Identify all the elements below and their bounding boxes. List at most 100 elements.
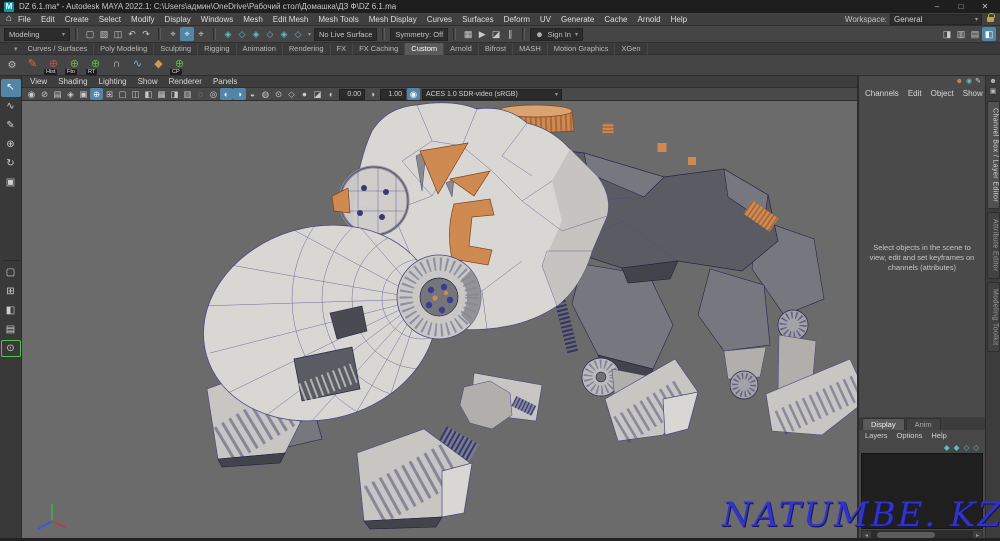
exposure-field[interactable]: 0.00 [339,88,365,100]
menu-item[interactable]: Select [99,15,121,24]
live-surface-field[interactable]: No Live Surface [314,27,378,41]
lasso-tool[interactable]: ∿ [1,98,21,116]
menu-item[interactable]: Help [671,15,687,24]
shelf-tab[interactable]: Rendering [283,42,331,55]
textured-mode-icon[interactable]: ◪ [311,88,324,100]
menu-item[interactable]: File [18,15,31,24]
shelf-tab[interactable]: Motion Graphics [548,42,616,55]
menu-item[interactable]: Curves [427,15,452,24]
shelf-tab[interactable]: Arnold [444,42,479,55]
ipr-render-icon[interactable]: ▶ [475,27,489,41]
render-settings-icon[interactable]: ◪ [489,27,503,41]
menu-item[interactable]: Edit Mesh [273,15,309,24]
safe-title-icon[interactable]: ▥ [181,88,194,100]
shelf-tab[interactable]: Custom [405,42,445,55]
shadows-icon[interactable]: ◑ [233,88,246,100]
layer-tab[interactable]: Display [862,418,905,430]
menu-set-dropdown[interactable]: Modeling ▾ [4,27,70,41]
pan-zoom-icon[interactable]: ⊕ [90,88,103,100]
shaded-mode-icon[interactable]: ● [298,88,311,100]
channel-box-menu-item[interactable]: Channels [865,89,899,98]
robot-model-wireframe[interactable] [22,101,857,541]
shelf-item-plane[interactable]: ◆ [148,56,169,75]
menu-item[interactable]: Surfaces [462,15,494,24]
side-tab[interactable]: Channel Box / Layer Editor [986,101,1000,210]
shelf-tab[interactable]: Bifrost [479,42,514,55]
channel-manipulator-icon[interactable]: ☻ [956,77,963,87]
frame-selection-icon[interactable]: ◎ [207,88,220,100]
menu-item[interactable]: Mesh Tools [318,15,358,24]
channel-box-menu-item[interactable]: Show [963,89,983,98]
lighting-icon[interactable]: ◐ [220,88,233,100]
field-chart-icon[interactable]: ▦ [155,88,168,100]
maximize-button[interactable]: □ [950,2,972,11]
isolate-select-icon[interactable]: ⊙ [272,88,285,100]
move-tool[interactable]: ⊕ [1,136,21,154]
wireframe-mode-icon[interactable]: ◇ [285,88,298,100]
paint-select-tool[interactable]: ✎ [1,117,21,135]
menu-item[interactable]: Display [165,15,191,24]
lock-camera-icon[interactable]: ⊘ [38,88,51,100]
shelf-item-hist[interactable]: ⊕ Hist [43,56,64,75]
film-gate-icon[interactable]: ▢ [116,88,129,100]
gear-icon[interactable]: ⚙ [2,60,22,71]
safe-action-icon[interactable]: ◨ [168,88,181,100]
redo-icon[interactable]: ↷ [139,27,153,41]
shelf-tab[interactable]: MASH [513,42,548,55]
toggle-channel-box-icon[interactable]: ◧ [982,27,996,41]
shelf-options-icon[interactable]: ▾ [14,45,18,53]
panel-menu-item[interactable]: Show [138,77,158,86]
panel-menu-item[interactable]: View [30,77,47,86]
minimize-button[interactable]: – [926,2,948,11]
save-scene-icon[interactable]: ◫ [111,27,125,41]
snap-point-icon[interactable]: ◈ [249,27,263,41]
menu-item[interactable]: Create [65,15,89,24]
shelf-tab[interactable]: FX [331,42,354,55]
menu-item[interactable]: Cache [604,15,627,24]
make-live-icon[interactable]: ◇ [291,27,305,41]
layout-four-pane[interactable]: ⊞ [1,283,21,301]
layer-list[interactable] [861,453,983,529]
panel-menu-item[interactable]: Shading [58,77,87,86]
resolution-gate-icon[interactable]: ◫ [129,88,142,100]
shelf-tab[interactable]: Sculpting [154,42,199,55]
camera-attributes-icon[interactable]: ▤ [51,88,64,100]
shelf-tab[interactable]: Animation [237,42,283,55]
symmetry-field[interactable]: Symmetry: Off [390,27,449,41]
render-frame-icon[interactable]: ▦ [461,27,475,41]
shelf-item-cp[interactable]: ⊕ CP [169,56,190,75]
select-camera-icon[interactable]: ◉ [25,88,38,100]
exposure-icon[interactable]: ◐ [325,88,338,100]
gamma-icon[interactable]: ◑ [366,88,379,100]
snap-view-plane-icon[interactable]: ◈ [277,27,291,41]
menu-item[interactable]: Modify [131,15,155,24]
scale-tool[interactable]: ▣ [1,174,21,192]
select-object-icon[interactable]: ⌖ [180,27,194,41]
layout-two-pane[interactable]: ◧ [1,302,21,320]
toggle-attribute-editor-icon[interactable]: ▥ [954,27,968,41]
shelf-tab[interactable]: FX Caching [353,42,406,55]
layer-empty-icon[interactable]: ◆ [944,443,950,452]
select-hierarchy-icon[interactable]: ⌖ [166,27,180,41]
menu-item[interactable]: Edit [41,15,55,24]
panel-menu-item[interactable]: Panels [213,77,237,86]
colorspace-dropdown[interactable]: ACES 1.0 SDR-video (sRGB) ▾ [422,88,562,100]
channel-edit-icon[interactable]: ✎ [975,77,981,87]
occlusion-icon[interactable]: ◒ [246,88,259,100]
sign-in-dropdown[interactable]: ☻ Sign In ▾ [530,27,583,41]
image-plane-icon[interactable]: ▣ [77,88,90,100]
layout-outliner-magnifier[interactable]: ⊙ [0,340,21,357]
layout-persp-outliner[interactable]: ▤ [1,321,21,339]
shelf-item-notes[interactable]: ✎ [22,56,43,75]
close-button[interactable]: ✕ [974,2,996,11]
color-management-icon[interactable]: ◉ [407,88,420,100]
chevron-down-icon[interactable]: ▾ [308,31,311,38]
panel-menu-item[interactable]: Lighting [99,77,127,86]
pause-viewport-icon[interactable]: ∥ [503,27,517,41]
menu-item[interactable]: Mesh Display [369,15,417,24]
layer-menu-item[interactable]: Options [897,431,923,440]
channel-box-menu-item[interactable]: Edit [908,89,922,98]
viewport-canvas[interactable] [22,101,857,541]
menu-item[interactable]: Generate [561,15,594,24]
shelf-item-fto[interactable]: ⊕ Fto [64,56,85,75]
